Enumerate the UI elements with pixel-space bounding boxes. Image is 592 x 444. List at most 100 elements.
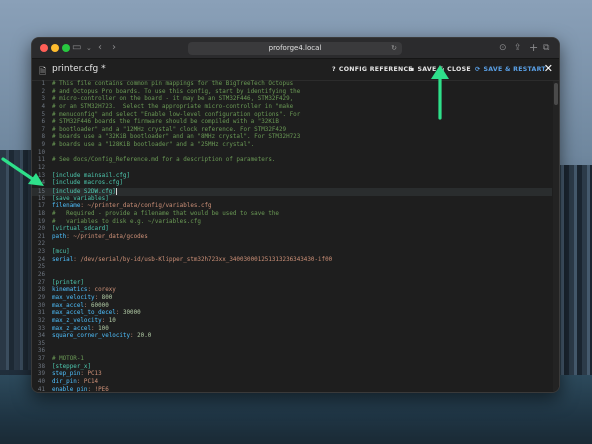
zoom-window-button[interactable] [62,44,70,52]
code-line[interactable]: 7 # bootloader" and a "12MHz crystal" clo… [32,127,552,135]
line-number: 32 [37,317,45,324]
forward-icon[interactable]: › [112,41,116,55]
code-line[interactable]: 20 [virtual_sdcard] [32,226,552,234]
help-icon: ? [332,66,336,73]
line-number: 3 [41,96,45,103]
back-icon[interactable]: ‹ [98,41,102,55]
code-token: : /dev/serial/by-id/usb-Klipper_stm32h72… [73,256,333,263]
code-line[interactable]: 9 # boards use a "128KiB bootloader" and … [32,142,552,150]
code-line[interactable]: 32 max_z_velocity: 10 [32,318,552,326]
code-token: [include S2DW.cfg] [52,188,116,195]
code-line[interactable]: 18 # Required - provide a filename that w… [32,211,552,219]
code-line[interactable]: 26 [32,272,552,280]
code-line[interactable]: 25 [32,264,552,272]
code-line[interactable]: 30 max_accel: 60000 [32,303,552,311]
line-number: 17 [37,203,45,210]
config-reference-button[interactable]: ? CONFIG REFERENCE [332,64,413,76]
code-line[interactable]: 38 [stepper_x] [32,364,552,372]
line-number: 34 [37,333,45,340]
code-token: [stepper_x] [52,363,92,370]
code-token: : [115,310,123,317]
line-number: 19 [37,218,45,225]
code-lines: 1 # This file contains common pin mapping… [32,81,552,392]
save-icon: ▪ [410,66,415,73]
sidebar-icon[interactable]: ▭ [72,41,81,55]
code-line[interactable]: 34 square_corner_velocity: 20.0 [32,333,552,341]
code-editor[interactable]: 1 # This file contains common pin mapping… [32,81,559,392]
code-line[interactable]: 33 max_z_accel: 100 [32,326,552,334]
browser-window: ▭ ⌄ ‹ › proforge4.local ↻ ⊙ ⇪ + ⧉ 🗎 prin… [31,37,560,393]
code-token: [mcu] [52,249,70,256]
minimize-window-button[interactable] [51,44,59,52]
code-line[interactable]: 23 [mcu] [32,249,552,257]
code-line[interactable]: 40 dir_pin: PC14 [32,379,552,387]
code-line[interactable]: 8 # boards use a "32KiB bootloader" and a… [32,134,552,142]
code-token: # bootloader" and a "12MHz crystal" cloc… [52,126,287,133]
tab-overview-icon[interactable]: ⧉ [543,41,549,55]
line-number: 35 [37,340,45,347]
code-line[interactable]: 19 # variables to disk e.g. ~/variables.c… [32,219,552,227]
code-token: # This file contains common pin mappings… [52,81,294,87]
text-cursor [115,187,117,195]
code-line[interactable]: 37 # MOTOR-1 [32,356,552,364]
code-token: square_corner_velocity [52,333,131,340]
background-city-right [556,165,592,375]
code-line[interactable]: 41 enable_pin: !PE6 [32,387,552,392]
share-icon[interactable]: ⇪ [514,41,522,55]
line-number: 2 [41,88,45,95]
chevron-down-icon[interactable]: ⌄ [86,41,92,55]
code-token: # micro-controller on the board - it may… [52,96,294,103]
code-line[interactable]: 6 # STM32F446 boards the firmware should … [32,119,552,127]
code-line[interactable]: 17 filename: ~/printer_data/config/variab… [32,203,552,211]
line-number: 7 [41,126,45,133]
code-line[interactable]: 28 kinematics: corexy [32,287,552,295]
code-line[interactable]: 15 [include S2DW.cfg] [32,187,552,196]
new-tab-icon[interactable]: + [529,41,538,55]
code-line[interactable]: 11 # See docs/Config_Reference.md for a d… [32,157,552,165]
code-line[interactable]: 31 max_accel_to_decel: 30000 [32,310,552,318]
code-line[interactable]: 12 [32,165,552,173]
scrollbar[interactable] [553,81,559,392]
line-number: 23 [37,249,45,256]
config-reference-label: CONFIG REFERENCE [338,66,413,73]
code-token: : [83,302,92,309]
code-token: 60000 [91,302,109,309]
reload-icon[interactable]: ↻ [391,42,397,55]
address-bar[interactable]: proforge4.local ↻ [188,42,402,55]
code-token: filename [52,203,81,210]
code-token: kinematics [52,287,88,294]
line-number: 21 [37,233,45,240]
code-token: [include mainsail.cfg] [52,172,131,179]
close-window-button[interactable] [40,44,48,52]
code-token: # variables to disk e.g. ~/variables.cfg [52,218,201,225]
code-token: 30000 [122,310,141,317]
download-icon[interactable]: ⊙ [499,41,507,55]
code-line[interactable]: 5 # menuconfig" and select "Enable low-le… [32,112,552,120]
code-line[interactable]: 22 [32,241,552,249]
code-line[interactable]: 24 serial: /dev/serial/by-id/usb-Klipper_… [32,257,552,265]
code-token: # See docs/Config_Reference.md for a des… [52,157,276,164]
code-token: max_velocity [52,294,95,301]
code-token: # boards use a "32KiB bootloader" and an… [52,134,301,141]
code-line[interactable]: 39 step_pin: PC13 [32,371,552,379]
code-line[interactable]: 21 path: ~/printer_data/gcodes [32,234,552,242]
code-token: : PC13 [80,371,102,378]
code-token: serial [52,256,74,263]
code-line[interactable]: 16 [save_variables] [32,196,552,204]
code-line[interactable]: 36 [32,348,552,356]
code-line[interactable]: 1 # This file contains common pin mapping… [32,81,552,89]
code-line[interactable]: 2 # and Octopus Pro boards. To use this c… [32,89,552,97]
code-line[interactable]: 14[include macros.cfg] [32,180,552,188]
scrollbar-thumb[interactable] [554,83,558,105]
code-line[interactable]: 27 [printer] [32,280,552,288]
code-line[interactable]: 3 # micro-controller on the board - it ma… [32,96,552,104]
save-restart-button[interactable]: ⟳ SAVE & RESTART [475,64,546,76]
code-line[interactable]: 4 # or an STM32H723. Select the appropria… [32,104,552,112]
code-line[interactable]: 13 [include mainsail.cfg] [32,173,552,181]
code-line[interactable]: 29 max_velocity: 800 [32,295,552,303]
line-number: 9 [41,142,45,149]
close-icon[interactable]: ✕ [544,62,553,75]
code-line[interactable]: 10 [32,150,552,158]
line-number: 18 [37,210,45,217]
code-line[interactable]: 35 [32,341,552,349]
